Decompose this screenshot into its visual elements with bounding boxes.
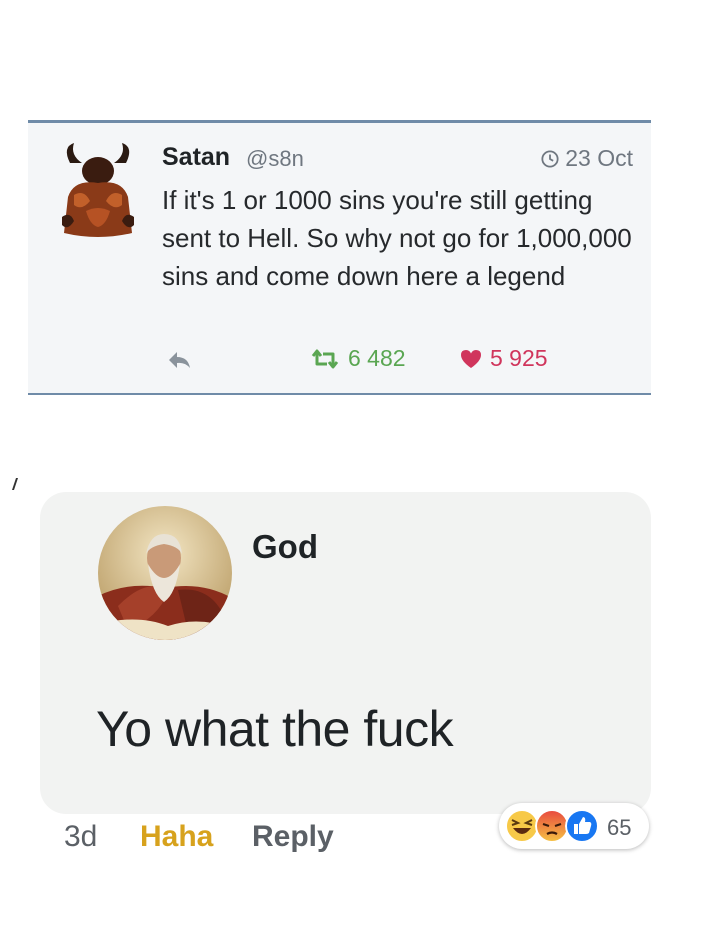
angry-emoji-icon — [535, 809, 569, 843]
reaction-summary[interactable]: 65 — [499, 803, 649, 849]
retweet-icon — [311, 349, 339, 368]
comment-text: Yo what the fuck — [96, 701, 454, 757]
tweet-card: Satan @s8n 23 Oct If it's 1 or 1000 sins… — [28, 120, 651, 395]
comment-timestamp[interactable]: 3d — [64, 820, 97, 854]
retweet-count: 6 482 — [348, 345, 406, 371]
heart-icon — [461, 349, 481, 368]
reply-button[interactable]: Reply — [252, 820, 334, 854]
tweet-date[interactable]: 23 Oct — [541, 145, 633, 172]
haha-emoji-icon — [505, 809, 539, 843]
like-thumb-icon — [565, 809, 599, 843]
tweet-author-name[interactable]: Satan — [162, 143, 230, 172]
comment-bubble: God Yo what the fuck — [40, 492, 651, 814]
tweet-actions: 6 482 5 925 — [28, 345, 651, 375]
reply-icon[interactable] — [166, 349, 192, 371]
retweet-button[interactable]: 6 482 — [310, 345, 406, 372]
tweet-date-label: 23 Oct — [565, 145, 633, 171]
stray-mark — [12, 478, 18, 490]
comment-author-name[interactable]: God — [252, 528, 318, 566]
haha-reaction-button[interactable]: Haha — [140, 820, 213, 854]
clock-icon — [541, 149, 559, 168]
like-count: 5 925 — [490, 345, 548, 371]
god-avatar[interactable] — [98, 506, 232, 640]
tweet-handle[interactable]: @s8n — [246, 146, 304, 172]
tweet-text: If it's 1 or 1000 sins you're still gett… — [162, 185, 632, 291]
devil-avatar-icon[interactable] — [60, 141, 136, 241]
like-button[interactable]: 5 925 — [460, 345, 548, 372]
reaction-count: 65 — [607, 815, 632, 840]
